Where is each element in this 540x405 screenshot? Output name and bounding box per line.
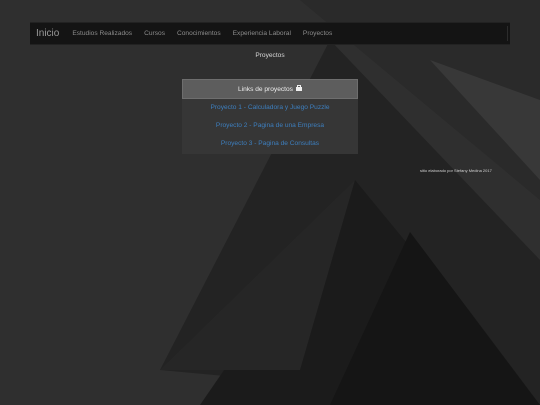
nav-item-proyectos[interactable]: Proyectos (303, 30, 332, 37)
panel-heading: Links de proyectos (182, 79, 358, 99)
top-navbar: Inicio Estudios Realizados Cursos Conoci… (30, 22, 510, 45)
navbar-divider (507, 26, 508, 41)
background-geometric-pattern (0, 0, 540, 405)
nav-item-conocimientos[interactable]: Conocimientos (177, 30, 221, 37)
project-link-3[interactable]: Proyecto 3 - Pagina de Consultas (182, 135, 358, 153)
page-title: Proyectos (255, 52, 285, 59)
footer-credit: sitio elaborado por Stefany Medina 2017 (420, 168, 492, 173)
briefcase-icon (295, 85, 302, 91)
nav-brand-inicio[interactable]: Inicio (36, 28, 59, 39)
project-link-2[interactable]: Proyecto 2 - Pagina de una Empresa (182, 117, 358, 135)
nav-item-estudios[interactable]: Estudios Realizados (72, 30, 132, 37)
project-link-1[interactable]: Proyecto 1 - Calculadora y Juego Puzzle (182, 99, 358, 117)
nav-item-experiencia[interactable]: Experiencia Laboral (233, 30, 291, 37)
nav-item-cursos[interactable]: Cursos (144, 30, 165, 37)
panel-heading-label: Links de proyectos (238, 85, 293, 93)
projects-panel: Links de proyectos Proyecto 1 - Calculad… (182, 79, 358, 154)
